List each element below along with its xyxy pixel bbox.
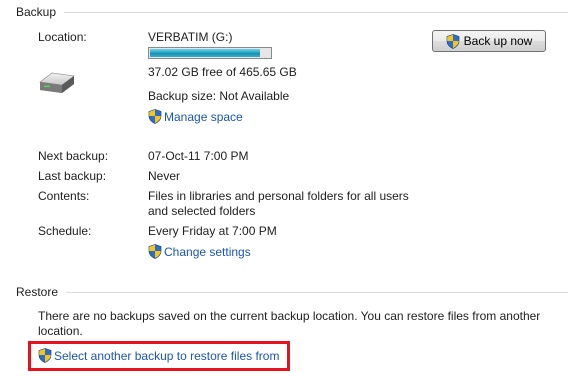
next-backup-value: 07-Oct-11 7:00 PM: [148, 149, 249, 163]
contents-value-line1: Files in libraries and personal folders …: [148, 189, 409, 203]
backup-section-divider: [64, 11, 568, 13]
backup-section-title: Backup: [16, 5, 57, 19]
backup-size-text: Backup size: Not Available: [148, 89, 290, 103]
contents-label: Contents:: [38, 189, 90, 203]
schedule-value: Every Friday at 7:00 PM: [148, 224, 277, 238]
restore-section-header: Restore: [16, 284, 568, 300]
uac-shield-icon: [446, 33, 459, 49]
back-up-now-label: Back up now: [463, 34, 533, 48]
drive-capacity-fill: [150, 49, 261, 57]
uac-shield-icon: [148, 244, 162, 259]
uac-shield-icon: [148, 109, 162, 124]
highlight-annotation-box: [28, 341, 290, 371]
drive-capacity-bar: [148, 47, 272, 59]
schedule-label: Schedule:: [38, 224, 92, 238]
external-drive-icon: [39, 72, 75, 93]
location-label: Location:: [38, 30, 87, 44]
backup-section-header: Backup: [16, 4, 568, 20]
restore-section-divider: [66, 291, 568, 293]
last-backup-value: Never: [148, 169, 181, 183]
manage-space-link[interactable]: Manage space: [164, 110, 243, 124]
last-backup-label: Last backup:: [38, 169, 107, 183]
contents-value-line2: and selected folders: [148, 204, 256, 218]
change-settings-link-row[interactable]: Change settings: [148, 244, 251, 259]
free-space-text: 37.02 GB free of 465.65 GB: [148, 65, 297, 79]
change-settings-link[interactable]: Change settings: [164, 245, 251, 259]
restore-message-line1: There are no backups saved on the curren…: [38, 309, 541, 323]
manage-space-link-row[interactable]: Manage space: [148, 109, 243, 124]
location-value: VERBATIM (G:): [148, 30, 233, 44]
restore-message-line2: location.: [38, 324, 83, 338]
back-up-now-button[interactable]: Back up now: [432, 30, 546, 52]
restore-section-title: Restore: [16, 285, 59, 299]
next-backup-label: Next backup:: [38, 149, 109, 163]
